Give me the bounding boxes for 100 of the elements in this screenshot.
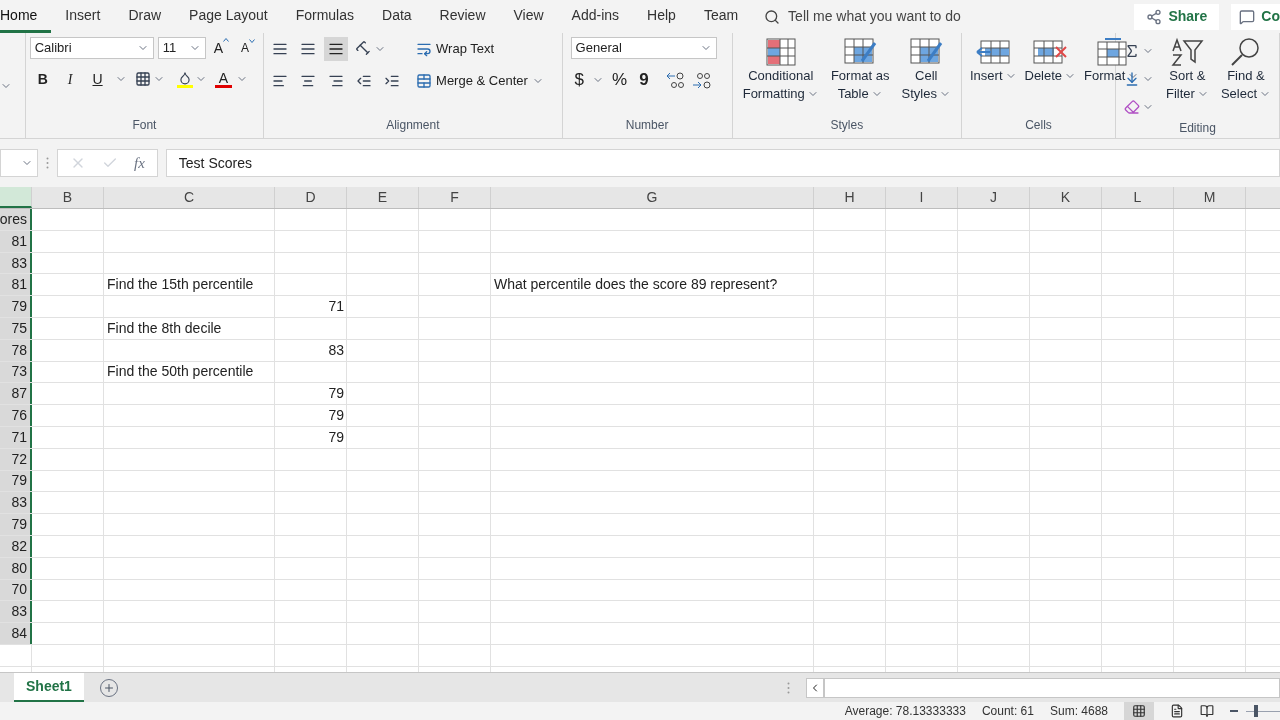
styles-button[interactable]: Cell Styles	[897, 37, 955, 103]
ribbon-tab[interactable]: Help	[633, 0, 690, 33]
eraser-icon	[1124, 99, 1140, 115]
underline-button[interactable]: U	[84, 68, 111, 90]
page-layout-button[interactable]	[1170, 704, 1184, 718]
cells-button[interactable]: Delete	[1020, 37, 1081, 85]
ribbon-tab[interactable]: Insert	[51, 0, 115, 33]
font-name-field[interactable]: Calibri	[29, 37, 154, 59]
currency-button[interactable]: $	[570, 67, 589, 93]
caret-up-icon	[223, 37, 230, 42]
table-cell: 75	[0, 318, 32, 339]
table-cell-text: 79	[327, 384, 345, 404]
font-size-field[interactable]: 11	[157, 37, 206, 59]
table-cell-text: Find the 50th percentile	[106, 362, 255, 382]
bold-button[interactable]: B	[29, 68, 56, 90]
column-header[interactable]: K	[1030, 187, 1102, 208]
ribbon-tab[interactable]: Add-ins	[557, 0, 634, 33]
shrink-font-button[interactable]: A	[237, 39, 260, 57]
middle-align-icon	[300, 41, 317, 57]
column-header[interactable]: D	[275, 187, 347, 208]
table-cell: 79	[0, 514, 32, 535]
column-header[interactable]: E	[347, 187, 419, 208]
table-cell-text: Find the 15th percentile	[106, 275, 255, 295]
ribbon-tab[interactable]: Page Layout	[175, 0, 282, 33]
table-cell: 82	[0, 535, 32, 557]
grip-icon	[46, 157, 49, 169]
table-cell: 83	[0, 492, 32, 514]
column-header[interactable]: G	[491, 187, 814, 208]
bottom-align-icon	[328, 41, 345, 57]
tell-me-field[interactable]: Tell me what you want to do	[764, 6, 1019, 27]
group-label: Styles	[829, 117, 865, 134]
comments-button[interactable]: Co	[1231, 3, 1280, 30]
editing-button[interactable]: Find & Select	[1216, 37, 1275, 119]
column-header[interactable]: L	[1102, 187, 1174, 208]
table-cell-text: What percentile does the score 89 represent?	[493, 275, 779, 295]
align-center-icon	[300, 73, 317, 89]
italic-button[interactable]: I	[59, 68, 81, 90]
styles-button[interactable]: Conditional Formatting	[738, 37, 823, 103]
ribbon-tab[interactable]: Draw	[114, 0, 176, 33]
table-cell-text: 79	[327, 406, 345, 426]
percent-button[interactable]: %	[608, 67, 632, 93]
table-cell: 81	[0, 274, 32, 296]
table-brush-icon	[842, 37, 879, 67]
decrease-decimal-icon	[664, 70, 687, 89]
editing-button[interactable]: Sort & Filter	[1162, 37, 1213, 119]
average-readout: Average: 78.13333333	[844, 703, 966, 720]
bottom-align-button[interactable]	[324, 37, 349, 61]
comment-icon	[1239, 8, 1256, 25]
scroll-left-button[interactable]	[806, 677, 824, 698]
number-format-field[interactable]: General	[570, 37, 717, 59]
column-header[interactable]: J	[958, 187, 1030, 208]
ribbon-tab[interactable]: View	[499, 0, 558, 33]
column-header[interactable]: B	[32, 187, 104, 208]
table-cell: 87	[0, 383, 32, 405]
column-header[interactable]: H	[814, 187, 886, 208]
column-header[interactable]	[0, 187, 32, 208]
share-icon	[1146, 8, 1163, 25]
table-cell: 76	[0, 405, 32, 426]
book-icon	[1200, 704, 1214, 718]
grip-icon	[787, 681, 790, 694]
wrap-text-icon	[416, 41, 433, 57]
column-header[interactable]: F	[419, 187, 491, 208]
cells-button[interactable]: Format	[1080, 37, 1144, 85]
insert-function-button[interactable]: fx	[134, 151, 145, 175]
table-cell-text: 83	[327, 340, 345, 360]
wrap-text-button[interactable]: Wrap Text	[416, 37, 544, 61]
ribbon-tab[interactable]: Formulas	[281, 0, 369, 33]
styles-button[interactable]: Format as Table	[826, 37, 894, 103]
zoom-slider[interactable]	[1246, 705, 1280, 717]
count-readout: Count: 61	[981, 703, 1034, 720]
column-header[interactable]: I	[886, 187, 958, 208]
fill-down-icon	[1124, 71, 1140, 87]
page-break-button[interactable]	[1200, 704, 1214, 718]
column-header[interactable]: M	[1174, 187, 1246, 208]
table-cell: 79	[0, 296, 32, 317]
merge-icon	[416, 73, 433, 89]
search-icon	[764, 8, 781, 25]
sheet-tab[interactable]: Sheet1	[14, 673, 84, 702]
group-label: Alignment	[385, 117, 441, 134]
group-label: Cells	[1024, 117, 1053, 134]
formula-field[interactable]: Test Scores	[165, 149, 1280, 177]
column-header[interactable]: C	[104, 187, 275, 208]
table-cell: 81	[0, 230, 32, 252]
slider-thumb[interactable]	[1254, 705, 1259, 717]
grow-font-button[interactable]: A	[209, 37, 234, 59]
cells-button[interactable]: Insert	[966, 37, 1021, 85]
table-cell: 83	[0, 252, 32, 274]
share-button[interactable]: Share	[1134, 3, 1220, 30]
normal-view-button[interactable]	[1124, 702, 1154, 720]
table-cell: 80	[0, 557, 32, 579]
table-cell: 79	[0, 470, 32, 492]
table-cell-text: 71	[327, 297, 345, 317]
comma-button[interactable]: 9	[635, 67, 653, 93]
font-color-button[interactable]: A	[214, 70, 232, 88]
insert-cells-icon	[975, 37, 1012, 67]
ribbon-tab[interactable]: Data	[368, 0, 426, 33]
merge-center-button[interactable]: Merge & Center	[416, 69, 544, 93]
ribbon-tab[interactable]: Team	[689, 0, 753, 33]
ribbon-tab[interactable]: Review	[425, 0, 500, 33]
horizontal-scrollbar[interactable]	[824, 677, 1280, 698]
